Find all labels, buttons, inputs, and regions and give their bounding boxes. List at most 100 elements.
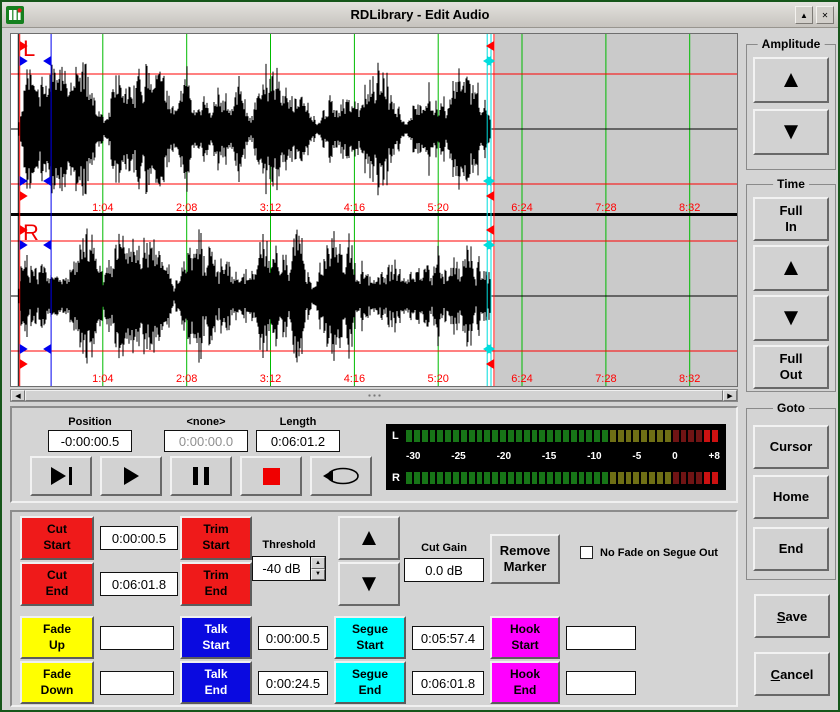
cut-start-button[interactable]: Cut Start	[20, 516, 94, 560]
cut-end-field[interactable]: 0:06:01.8	[100, 572, 178, 596]
left-channel-label: L	[23, 38, 35, 60]
goto-group: Goto Cursor Home End	[746, 408, 836, 580]
titlebar[interactable]: RDLibrary - Edit Audio ▲ ✕	[2, 2, 838, 28]
save-button[interactable]: Save	[754, 594, 830, 638]
remove-marker-button[interactable]: Remove Marker	[490, 534, 560, 584]
hook-start-button[interactable]: Hook Start	[490, 616, 560, 659]
time-group-title: Time	[773, 177, 809, 191]
no-fade-checkbox[interactable]	[580, 546, 593, 559]
meter-right-label: R	[392, 472, 406, 484]
cut-start-field[interactable]: 0:00:00.5	[100, 526, 178, 550]
scroll-left-button[interactable]: ◀	[11, 390, 25, 401]
down-arrow-icon: ▼	[357, 572, 381, 596]
marker-panel: Cut Start 0:00:00.5 Cut End 0:06:01.8 Tr…	[10, 510, 738, 707]
position-label: Position	[48, 416, 132, 428]
amplitude-up-button[interactable]: ▲	[753, 57, 829, 103]
svg-text:7:28: 7:28	[595, 373, 616, 385]
amplitude-group-title: Amplitude	[758, 37, 825, 51]
waveform-scrollbar[interactable]: ◀ ▶	[10, 389, 738, 402]
fade-up-field[interactable]	[100, 626, 174, 650]
amplitude-down-button[interactable]: ▼	[753, 109, 829, 155]
position-field: -0:00:00.5	[48, 430, 132, 452]
goto-cursor-button[interactable]: Cursor	[753, 425, 829, 469]
cut-gain-up-button[interactable]: ▲	[338, 516, 400, 560]
stop-button[interactable]	[240, 456, 302, 496]
save-button-label: Save	[777, 609, 807, 624]
cut-gain-field[interactable]: 0.0 dB	[404, 558, 484, 582]
up-arrow-icon: ▲	[779, 256, 803, 280]
down-arrow-icon: ▼	[779, 306, 803, 330]
fade-down-button[interactable]: Fade Down	[20, 661, 94, 704]
talk-start-button[interactable]: Talk Start	[180, 616, 252, 659]
fade-up-button[interactable]: Fade Up	[20, 616, 94, 659]
stop-icon	[263, 468, 280, 485]
svg-text:2:08: 2:08	[176, 202, 197, 214]
play-button[interactable]	[100, 456, 162, 496]
threshold-spin-down-button[interactable]: ▼	[311, 569, 325, 581]
svg-text:3:12: 3:12	[260, 202, 281, 214]
threshold-spin-up-button[interactable]: ▲	[311, 557, 325, 569]
segue-end-field[interactable]: 0:06:01.8	[412, 671, 484, 695]
edit-audio-dialog: RDLibrary - Edit Audio ▲ ✕ 1:04 2:08 3:12 4…	[0, 0, 840, 712]
svg-text:5:20: 5:20	[427, 202, 448, 214]
play-from-start-button[interactable]	[30, 456, 92, 496]
svg-text:1:04: 1:04	[92, 202, 113, 214]
hook-end-field[interactable]	[566, 671, 636, 695]
segue-start-field[interactable]: 0:05:57.4	[412, 626, 484, 650]
pause-button[interactable]	[170, 456, 232, 496]
cut-gain-label: Cut Gain	[404, 542, 484, 554]
segue-end-button[interactable]: Segue End	[334, 661, 406, 704]
time-full-out-button[interactable]: Full Out	[753, 345, 829, 389]
scrollbar-thumb[interactable]	[25, 390, 723, 401]
right-channel-label: R	[23, 222, 39, 244]
threshold-value[interactable]: -40 dB	[253, 557, 310, 580]
svg-text:6:24: 6:24	[511, 202, 532, 214]
fade-down-field[interactable]	[100, 671, 174, 695]
meter-scale: -30-25-20-15-10-50+8	[392, 451, 720, 463]
no-fade-label: No Fade on Segue Out	[600, 547, 718, 559]
time-full-in-button[interactable]: Full In	[753, 197, 829, 241]
cancel-button-label: Cancel	[771, 667, 814, 682]
hook-end-button[interactable]: Hook End	[490, 661, 560, 704]
threshold-spinbox[interactable]: -40 dB ▲ ▼	[252, 556, 326, 581]
cut-gain-down-button[interactable]: ▼	[338, 562, 400, 606]
loop-icon	[320, 465, 362, 487]
svg-text:3:12: 3:12	[260, 373, 281, 385]
cut-end-button[interactable]: Cut End	[20, 562, 94, 606]
time-zoom-out-button[interactable]: ▼	[753, 295, 829, 341]
svg-text:8:32: 8:32	[679, 202, 700, 214]
close-window-button[interactable]: ✕	[816, 6, 834, 24]
trim-end-button[interactable]: Trim End	[180, 562, 252, 606]
marker-readout-label: <none>	[164, 416, 248, 428]
scroll-right-button[interactable]: ▶	[723, 390, 737, 401]
goto-home-button[interactable]: Home	[753, 475, 829, 519]
goto-group-title: Goto	[773, 401, 809, 415]
segue-start-button[interactable]: Segue Start	[334, 616, 406, 659]
length-field: 0:06:01.2	[256, 430, 340, 452]
meter-right-segments	[406, 472, 720, 484]
svg-text:4:16: 4:16	[344, 373, 365, 385]
hook-start-field[interactable]	[566, 626, 636, 650]
trim-start-button[interactable]: Trim Start	[180, 516, 252, 560]
talk-start-field[interactable]: 0:00:00.5	[258, 626, 328, 650]
play-from-start-icon	[51, 467, 72, 485]
talk-end-button[interactable]: Talk End	[180, 661, 252, 704]
down-arrow-icon: ▼	[779, 120, 803, 144]
threshold-label: Threshold	[252, 539, 326, 551]
cancel-button[interactable]: Cancel	[754, 652, 830, 696]
scrollbar-track[interactable]	[25, 390, 723, 401]
marker-readout-field: 0:00:00.0	[164, 430, 248, 452]
window-title: RDLibrary - Edit Audio	[2, 7, 838, 22]
waveform-display[interactable]: 1:042:083:124:165:206:247:288:321:042:08…	[10, 33, 738, 387]
meter-left-label: L	[392, 430, 406, 442]
talk-end-field[interactable]: 0:00:24.5	[258, 671, 328, 695]
svg-text:8:32: 8:32	[679, 373, 700, 385]
up-arrow-icon: ▲	[779, 68, 803, 92]
shade-window-button[interactable]: ▲	[795, 6, 813, 24]
loop-button[interactable]	[310, 456, 372, 496]
time-zoom-in-button[interactable]: ▲	[753, 245, 829, 291]
length-label: Length	[256, 416, 340, 428]
time-group: Time Full In ▲ ▼ Full Out	[746, 184, 836, 392]
transport-panel: Position -0:00:00.5 <none> 0:00:00.0 Len…	[10, 406, 738, 503]
goto-end-button[interactable]: End	[753, 527, 829, 571]
